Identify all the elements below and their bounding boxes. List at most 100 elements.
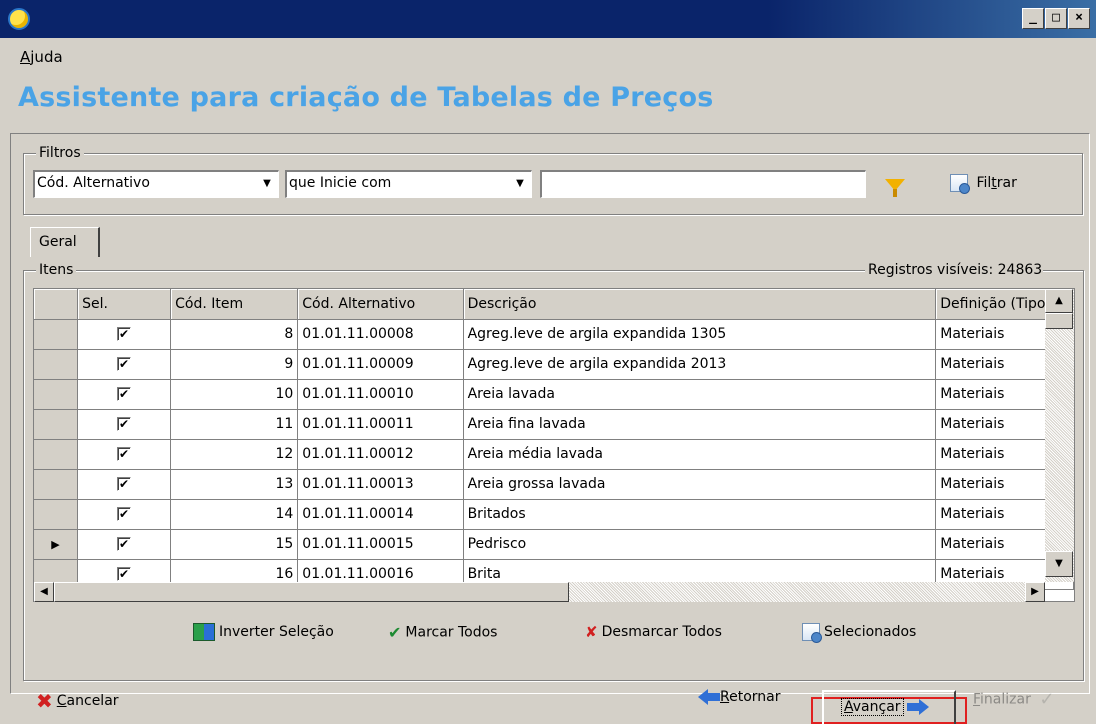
checkbox-icon[interactable]: ✔ — [117, 537, 132, 551]
funnel-icon[interactable] — [885, 179, 905, 197]
filter-field-select[interactable]: Cód. Alternativo ▼ — [33, 170, 279, 198]
items-legend: Itens — [36, 262, 77, 278]
row-select-checkbox[interactable]: ✔ — [77, 499, 172, 530]
row-indicator — [34, 349, 79, 380]
uncheck-icon: ✘ — [585, 623, 598, 641]
cancel-button[interactable]: ✖ Cancelar — [36, 689, 119, 713]
chevron-down-icon: ▼ — [511, 174, 529, 194]
row-indicator — [34, 379, 79, 410]
back-button[interactable]: Retornar — [698, 689, 781, 705]
checkbox-icon[interactable]: ✔ — [117, 387, 132, 401]
unmark-all-button[interactable]: ✘ Desmarcar Todos — [585, 623, 722, 641]
scroll-down-button[interactable]: ▼ — [1045, 551, 1073, 577]
filter-value-input[interactable] — [540, 170, 866, 198]
row-select-checkbox[interactable]: ✔ — [77, 319, 172, 350]
close-button[interactable]: × — [1068, 8, 1090, 29]
filter-operator-select[interactable]: que Inicie com ▼ — [285, 170, 532, 198]
menu-help[interactable]: Ajuda — [20, 48, 63, 66]
vertical-scrollbar[interactable]: ▲ ▼ — [1045, 289, 1074, 582]
descricao-cell: Areia média lavada — [463, 439, 937, 470]
row-indicator — [34, 439, 79, 470]
next-button[interactable]: Avançar — [822, 690, 956, 724]
window-titlebar: _ □ × — [0, 0, 1096, 38]
descricao-cell: Agreg.leve de argila expandida 2013 — [463, 349, 937, 380]
column-header-sel[interactable]: Sel. — [77, 289, 172, 320]
cod-alternativo-cell: 01.01.11.00011 — [297, 409, 464, 440]
descricao-cell: Areia grossa lavada — [463, 469, 937, 500]
visible-records-count: Registros visíveis: 24863 — [865, 262, 1044, 278]
checkbox-icon[interactable]: ✔ — [117, 417, 132, 431]
maximize-button[interactable]: □ — [1045, 8, 1067, 29]
page-title: Assistente para criação de Tabelas de Pr… — [18, 82, 714, 113]
arrow-right-icon — [907, 699, 929, 715]
row-select-checkbox[interactable]: ✔ — [77, 529, 172, 560]
checkmark-icon: ✓ — [1039, 689, 1055, 710]
checkbox-icon[interactable]: ✔ — [117, 477, 132, 491]
checkbox-icon[interactable]: ✔ — [117, 567, 132, 581]
column-header-descricao[interactable]: Descrição — [463, 289, 937, 320]
cod-item-cell: 13 — [170, 469, 299, 500]
row-select-checkbox[interactable]: ✔ — [77, 469, 172, 500]
row-select-checkbox[interactable]: ✔ — [77, 439, 172, 470]
row-indicator — [34, 409, 79, 440]
table-row[interactable]: ✔ 8 01.01.11.00008 Agreg.leve de argila exp… — [34, 319, 1074, 350]
tab-geral[interactable]: Geral — [30, 227, 100, 257]
chevron-down-icon: ▼ — [258, 174, 276, 194]
cod-alternativo-cell: 01.01.11.00014 — [297, 499, 464, 530]
scroll-left-button[interactable]: ◀ — [34, 582, 54, 602]
cod-item-cell: 10 — [170, 379, 299, 410]
descricao-cell: Areia fina lavada — [463, 409, 937, 440]
scroll-up-button[interactable]: ▲ — [1045, 289, 1073, 313]
finish-button[interactable]: Finalizar ✓ — [973, 689, 1054, 710]
descricao-cell: Britados — [463, 499, 937, 530]
cod-alternativo-cell: 01.01.11.00010 — [297, 379, 464, 410]
scroll-right-button[interactable]: ▶ — [1025, 582, 1045, 602]
table-row[interactable]: ▶ ✔ 15 01.01.11.00015 Pedrisco Materiais — [34, 529, 1074, 560]
table-row[interactable]: ✔ 9 01.01.11.00009 Agreg.leve de argila exp… — [34, 349, 1074, 380]
checkbox-icon[interactable]: ✔ — [117, 447, 132, 461]
row-select-checkbox[interactable]: ✔ — [77, 379, 172, 410]
table-row[interactable]: ✔ 11 01.01.11.00011 Areia fina lavada Materi… — [34, 409, 1074, 440]
items-table-body: Sel. Cód. Item Cód. Alternativo Descriçã… — [34, 289, 1074, 590]
filters-legend: Filtros — [36, 145, 84, 161]
table-row[interactable]: ✔ 12 01.01.11.00012 Areia média lavada Mater… — [34, 439, 1074, 470]
row-indicator: ▶ — [34, 529, 79, 560]
cod-item-cell: 11 — [170, 409, 299, 440]
cod-item-cell: 12 — [170, 439, 299, 470]
horizontal-scroll-thumb[interactable] — [54, 582, 569, 602]
menubar: Ajuda — [20, 48, 63, 70]
horizontal-scrollbar[interactable]: ◀ ▶ — [34, 582, 1045, 602]
cod-alternativo-cell: 01.01.11.00008 — [297, 319, 464, 350]
mark-all-button[interactable]: ✔ Marcar Todos — [388, 623, 497, 642]
checkbox-icon[interactable]: ✔ — [117, 507, 132, 521]
selected-button[interactable]: Selecionados — [802, 623, 916, 643]
cod-item-cell: 9 — [170, 349, 299, 380]
checkbox-icon[interactable]: ✔ — [117, 357, 132, 371]
search-document-icon — [950, 174, 970, 194]
descricao-cell: Pedrisco — [463, 529, 937, 560]
minimize-button[interactable]: _ — [1022, 8, 1044, 29]
row-select-checkbox[interactable]: ✔ — [77, 349, 172, 380]
checkbox-icon[interactable]: ✔ — [117, 327, 132, 341]
descricao-cell: Areia lavada — [463, 379, 937, 410]
cod-alternativo-cell: 01.01.11.00009 — [297, 349, 464, 380]
filter-button[interactable]: Filtrar — [950, 174, 1017, 194]
table-row[interactable]: ✔ 10 01.01.11.00010 Areia lavada Materiais — [34, 379, 1074, 410]
row-indicator — [34, 499, 79, 530]
column-header-cod-item[interactable]: Cód. Item — [170, 289, 299, 320]
column-header-indicator — [34, 289, 79, 320]
table-row[interactable]: ✔ 14 01.01.11.00014 Britados Materiais — [34, 499, 1074, 530]
checkmark-icon: ✔ — [388, 623, 402, 642]
search-document-icon — [802, 623, 822, 643]
vertical-scroll-thumb[interactable] — [1045, 313, 1073, 329]
cod-item-cell: 14 — [170, 499, 299, 530]
invert-selection-icon — [193, 623, 215, 641]
app-logo-icon — [8, 8, 30, 30]
row-select-checkbox[interactable]: ✔ — [77, 409, 172, 440]
column-header-cod-alternativo[interactable]: Cód. Alternativo — [297, 289, 464, 320]
arrow-left-icon — [698, 689, 720, 705]
next-button-label: Avançar — [841, 698, 904, 716]
table-row[interactable]: ✔ 13 01.01.11.00013 Areia grossa lavada Mate… — [34, 469, 1074, 500]
invert-selection-button[interactable]: Inverter Seleção — [193, 623, 334, 641]
table-header-row: Sel. Cód. Item Cód. Alternativo Descriçã… — [34, 289, 1074, 320]
